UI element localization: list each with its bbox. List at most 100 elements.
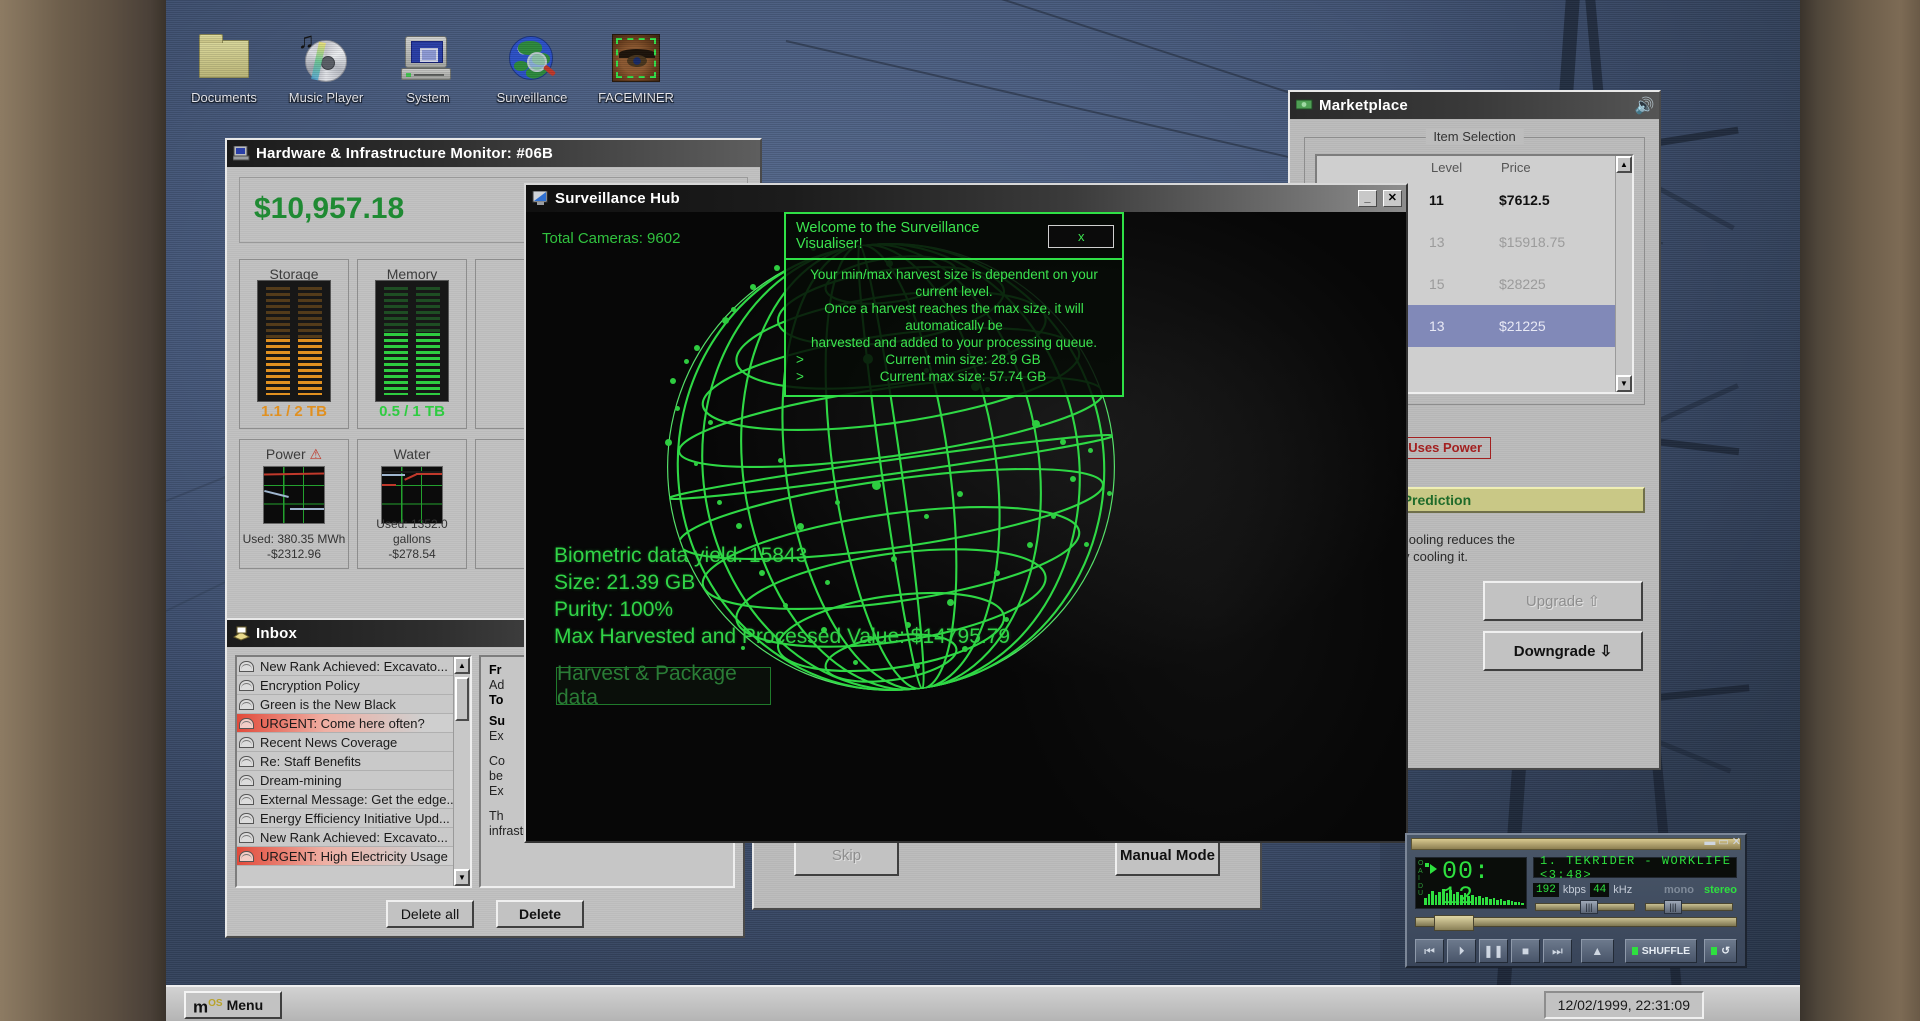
scroll-down-button[interactable]: ▼ bbox=[1616, 375, 1632, 392]
previous-track-button[interactable]: ⏮ bbox=[1415, 939, 1444, 963]
equalizer-bar bbox=[1507, 900, 1510, 905]
titlebar-marketplace[interactable]: Marketplace 🔊 bbox=[1290, 92, 1659, 119]
desktop-icon-surveillance[interactable]: Surveillance bbox=[482, 30, 582, 105]
desktop-icon-label: Surveillance bbox=[496, 90, 568, 105]
mail-scrollbar[interactable]: ▲ ▼ bbox=[453, 657, 470, 886]
equalizer-bar bbox=[1485, 897, 1488, 905]
music-player-titlebar[interactable] bbox=[1411, 838, 1741, 850]
welcome-dialog[interactable]: Welcome to the Surveillance Visualiser! … bbox=[784, 212, 1124, 397]
next-track-button[interactable]: ⏭ bbox=[1542, 939, 1572, 963]
menu-label: Menu bbox=[226, 997, 264, 1013]
list-item[interactable]: External Message: Get the edge... bbox=[237, 790, 470, 809]
list-item[interactable]: Recent News Coverage bbox=[237, 733, 470, 752]
mail-subject-label: Su bbox=[489, 714, 505, 728]
start-menu-button[interactable]: mOS Menu bbox=[184, 991, 282, 1019]
delete-button[interactable]: Delete bbox=[496, 900, 584, 928]
eject-button[interactable]: ▲ bbox=[1580, 939, 1614, 963]
cell-price: $7612.5 bbox=[1499, 192, 1550, 208]
cd-music-icon: ♫ bbox=[297, 30, 355, 88]
maximize-icon[interactable]: ▭ bbox=[1718, 837, 1728, 848]
titlebar-hardware-monitor[interactable]: Hardware & Infrastructure Monitor: #06B bbox=[227, 140, 760, 167]
list-item[interactable]: Energy Efficiency Initiative Upd... bbox=[237, 809, 470, 828]
scroll-up-button[interactable]: ▲ bbox=[454, 657, 470, 674]
list-item[interactable]: New Rank Achieved: Excavato... bbox=[237, 657, 470, 676]
titlebar-surveillance-hub[interactable]: Surveillance Hub _ ✕ bbox=[526, 185, 1406, 212]
camera-dot bbox=[707, 420, 713, 425]
stop-indicator-icon bbox=[1425, 863, 1429, 867]
power-graph bbox=[263, 466, 325, 524]
envelope-icon bbox=[239, 831, 254, 843]
delete-all-button[interactable]: Delete all bbox=[386, 900, 474, 928]
stat-value: Max Harvested and Processed Value: $1479… bbox=[554, 625, 1011, 648]
equalizer-bar bbox=[1452, 894, 1456, 905]
current-track-title: 1. TEKRIDER - WORKLIFE <3:48> bbox=[1533, 854, 1737, 882]
welcome-close-button[interactable]: x bbox=[1048, 224, 1114, 248]
welcome-line-1: Your min/max harvest size is dependent o… bbox=[810, 267, 1098, 299]
camera-dot bbox=[834, 499, 840, 505]
list-item[interactable]: Re: Staff Benefits bbox=[237, 752, 470, 771]
stat-purity: Purity: 100% bbox=[554, 598, 674, 621]
balance-knob[interactable]: ||| bbox=[1664, 900, 1682, 914]
downgrade-button[interactable]: Downgrade ⇩ bbox=[1483, 631, 1643, 671]
water-graph bbox=[381, 466, 443, 524]
desktop-icon-music-player[interactable]: ♫ Music Player bbox=[276, 30, 376, 105]
play-button[interactable]: ⏵ bbox=[1446, 939, 1476, 963]
equalizer-bar bbox=[1456, 892, 1460, 905]
item-scrollbar[interactable]: ▲ ▼ bbox=[1615, 156, 1632, 392]
scroll-up-button[interactable]: ▲ bbox=[1616, 156, 1632, 173]
upgrade-button[interactable]: Upgrade ⇧ bbox=[1483, 581, 1643, 621]
close-button[interactable]: ✕ bbox=[1383, 190, 1402, 207]
seek-slider[interactable] bbox=[1415, 915, 1737, 931]
desktop-icon-label: FACEMINER bbox=[598, 90, 674, 105]
envelope-icon bbox=[239, 736, 254, 748]
mail-tray-icon bbox=[232, 626, 251, 641]
list-item[interactable]: Encryption Policy bbox=[237, 676, 470, 695]
surveillance-body: Total Cameras: 9602 Biometric data yield… bbox=[526, 212, 1406, 841]
close-icon[interactable]: ✕ bbox=[1732, 837, 1741, 848]
minimize-icon[interactable]: ▬ bbox=[1704, 837, 1715, 848]
mail-list[interactable]: New Rank Achieved: Excavato... Encryption… bbox=[235, 655, 472, 888]
scroll-down-button[interactable]: ▼ bbox=[454, 869, 470, 886]
harvest-and-package-button[interactable]: Harvest & Package data bbox=[556, 662, 771, 709]
camera-dot bbox=[914, 664, 920, 670]
pause-button[interactable]: ❚❚ bbox=[1478, 939, 1508, 963]
desktop-icon-faceminer[interactable]: FACEMINER bbox=[586, 30, 686, 105]
panel-label: Power bbox=[265, 446, 306, 462]
mail-subject: Energy Efficiency Initiative Upd... bbox=[260, 810, 450, 826]
list-item[interactable]: URGENT: High Electricity Usage bbox=[237, 847, 470, 866]
volume-slider[interactable]: ||| bbox=[1535, 900, 1635, 914]
desktop-icon-system[interactable]: System bbox=[378, 30, 478, 105]
water-used: Used: 1352.0 gallons bbox=[376, 517, 448, 546]
speaker-icon[interactable]: 🔊 bbox=[1635, 96, 1655, 116]
mail-subject: Dream-mining bbox=[260, 772, 342, 788]
camera-dot bbox=[1060, 438, 1067, 445]
list-item[interactable]: URGENT: Come here often? bbox=[237, 714, 470, 733]
camera-dot bbox=[750, 283, 756, 290]
stop-button[interactable]: ■ bbox=[1510, 939, 1540, 963]
shuffle-toggle[interactable]: SHUFFLE bbox=[1624, 939, 1698, 963]
list-item[interactable]: Green is the New Black bbox=[237, 695, 470, 714]
taskbar[interactable]: mOS Menu 12/02/1999, 22:31:09 bbox=[166, 985, 1800, 1021]
equalizer-bar bbox=[1445, 893, 1449, 905]
scroll-thumb[interactable] bbox=[455, 677, 469, 721]
envelope-icon bbox=[239, 812, 254, 824]
music-player-window-buttons[interactable]: ▬ ▭ ✕ bbox=[1704, 837, 1741, 848]
memory-meter bbox=[375, 280, 449, 402]
os-logo-icon: mOS bbox=[193, 997, 223, 1017]
repeat-toggle[interactable]: ↺ bbox=[1704, 939, 1737, 963]
window-surveillance-hub[interactable]: Surveillance Hub _ ✕ Total Cameras: 9602 bbox=[524, 183, 1408, 843]
list-item[interactable]: New Rank Achieved: Excavato... bbox=[237, 828, 470, 847]
equalizer-bar bbox=[1449, 890, 1452, 905]
volume-knob[interactable]: ||| bbox=[1580, 900, 1598, 914]
window-music-player[interactable]: ▬ ▭ ✕ O A I D U 00: 12 1. TEKRIDER - WOR… bbox=[1405, 833, 1747, 968]
seek-knob[interactable] bbox=[1434, 915, 1474, 931]
balance-slider[interactable]: ||| bbox=[1645, 900, 1733, 914]
equalizer-bar bbox=[1427, 894, 1431, 905]
panel-label: Water bbox=[393, 446, 431, 462]
camera-dot bbox=[1032, 420, 1040, 428]
minimize-button[interactable]: _ bbox=[1358, 190, 1377, 207]
equalizer-bar bbox=[1481, 898, 1485, 905]
list-item[interactable]: Dream-mining bbox=[237, 771, 470, 790]
desktop-icon-documents[interactable]: Documents bbox=[174, 30, 274, 105]
taskbar-clock[interactable]: 12/02/1999, 22:31:09 bbox=[1543, 991, 1704, 1019]
